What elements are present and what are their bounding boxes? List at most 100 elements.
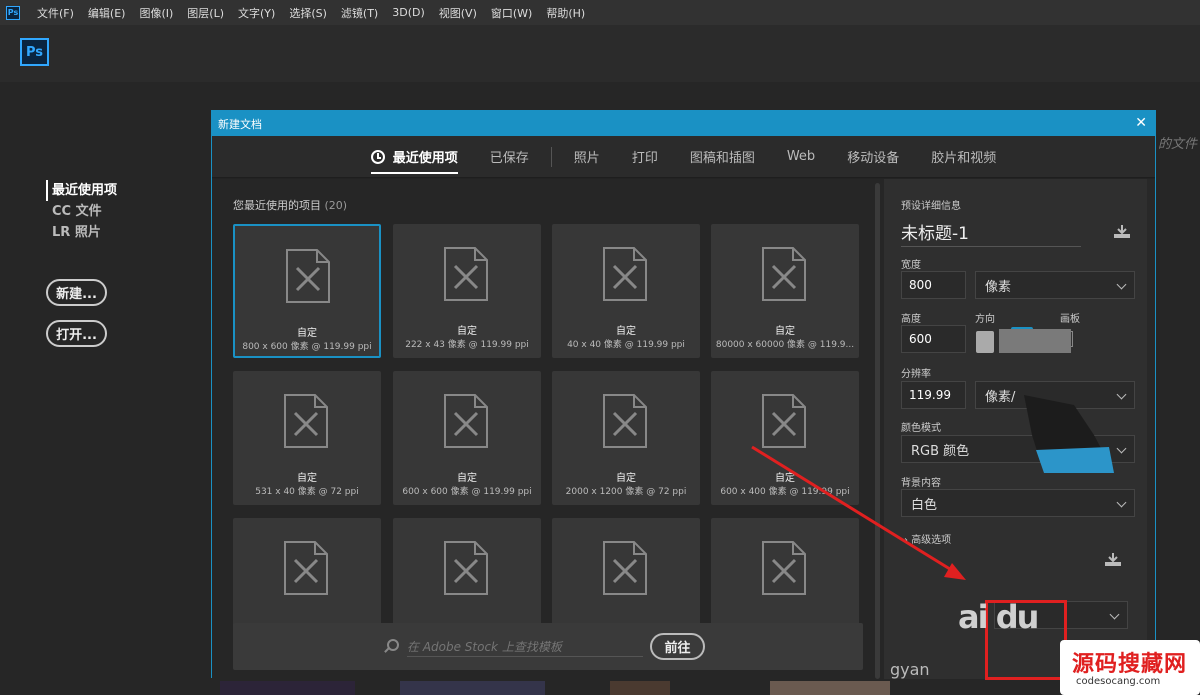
preset-tabs: 最近使用项 已保存 照片 打印 图稿和插图 Web 移动设备 胶片和视频	[212, 136, 1155, 178]
document-icon	[762, 394, 806, 448]
chevron-down-icon	[1116, 279, 1127, 290]
preset-card[interactable]: 自定 40 x 40 像素 @ 119.99 ppi	[552, 224, 700, 358]
recent-section-label: 您最近使用的项目	[233, 199, 321, 212]
chevron-down-icon	[1109, 609, 1120, 620]
resolution-unit-value: 像素/	[985, 389, 1016, 405]
preset-card-name: 自定	[297, 328, 317, 339]
chevron-down-icon	[1116, 443, 1127, 454]
details-scrollbar[interactable]	[1147, 179, 1155, 679]
height-input[interactable]: 600	[901, 325, 966, 353]
preset-card[interactable]: 自定 80000 x 60000 像素 @ 119.9...	[711, 224, 859, 358]
document-icon	[444, 247, 488, 301]
tab-divider	[550, 146, 552, 167]
width-unit-value: 像素	[985, 279, 1012, 295]
tab-print[interactable]: 打印	[616, 136, 674, 178]
save-preset-icon[interactable]	[1113, 225, 1131, 239]
artboard-label: 画板	[1060, 314, 1080, 325]
width-label: 宽度	[901, 260, 921, 271]
menu-bar: Ps 文件(F) 编辑(E) 图像(I) 图层(L) 文字(Y) 选择(S) 滤…	[0, 0, 1200, 25]
document-icon	[284, 541, 328, 595]
preset-card-name: 自定	[297, 473, 317, 484]
background-thumbnail	[220, 681, 355, 695]
background-thumbnail	[770, 681, 890, 695]
chevron-down-icon	[1116, 497, 1127, 508]
width-unit-select[interactable]: 像素	[975, 271, 1135, 299]
stock-go-button[interactable]: 前往	[650, 633, 705, 660]
home-nav-cc-files[interactable]: CC 文件	[46, 201, 117, 222]
document-icon	[284, 394, 328, 448]
document-icon	[603, 541, 647, 595]
recent-presets-pane: 您最近使用的项目 (20) 自定 800 x 600 像素 @ 119.99 pp…	[212, 179, 884, 679]
resolution-label: 分辨率	[901, 369, 931, 380]
preset-card-dimensions: 222 x 43 像素 @ 119.99 ppi	[405, 340, 529, 350]
close-icon[interactable]: ✕	[1135, 115, 1147, 131]
home-nav-lr-photos[interactable]: LR 照片	[46, 222, 117, 243]
background-select[interactable]: 白色	[901, 489, 1135, 517]
download-icon[interactable]	[1104, 553, 1122, 567]
document-icon	[762, 247, 806, 301]
background-thumbnail	[400, 681, 545, 695]
advanced-options-toggle[interactable]: › 高级选项	[904, 531, 951, 546]
ps-logo: Ps	[20, 38, 49, 66]
document-icon	[286, 249, 330, 303]
clock-icon	[370, 149, 385, 164]
new-document-dialog: 新建文档 ✕ 最近使用项 已保存 照片 打印 图稿和插图 Web 移动设备 胶片…	[211, 110, 1156, 679]
preset-card[interactable]: 自定 222 x 43 像素 @ 119.99 ppi	[393, 224, 541, 358]
width-input[interactable]: 800	[901, 271, 966, 299]
ps-app-icon: Ps	[6, 5, 20, 20]
menu-edit[interactable]: 编辑(E)	[81, 5, 133, 21]
home-nav: 最近使用项 CC 文件 LR 照片	[46, 180, 117, 243]
preset-card[interactable]: 自定 531 x 40 像素 @ 72 ppi	[233, 371, 381, 505]
background-thumbnail	[610, 681, 670, 695]
preset-card[interactable]: 自定 2000 x 1200 像素 @ 72 ppi	[552, 371, 700, 505]
home-nav-recent[interactable]: 最近使用项	[46, 180, 117, 201]
home-open-button[interactable]: 打开...	[46, 320, 107, 347]
document-icon	[603, 247, 647, 301]
preset-card-dimensions: 531 x 40 像素 @ 72 ppi	[255, 487, 359, 497]
document-name-field[interactable]: 未标题-1	[901, 219, 1081, 247]
menu-layer[interactable]: 图层(L)	[180, 5, 231, 21]
menu-view[interactable]: 视图(V)	[432, 5, 484, 21]
jingyan-watermark: gyan	[890, 660, 930, 679]
menu-file[interactable]: 文件(F)	[30, 5, 81, 21]
home-new-button[interactable]: 新建...	[46, 279, 107, 306]
baidu-watermark: ai du	[958, 598, 1039, 636]
resolution-input[interactable]: 119.99	[901, 381, 966, 409]
menu-help[interactable]: 帮助(H)	[539, 5, 592, 21]
stock-search-input[interactable]	[407, 637, 643, 657]
background-recent-files-label: 的文件	[1158, 137, 1198, 152]
tab-art-illustration[interactable]: 图稿和插图	[674, 136, 771, 178]
menu-type[interactable]: 文字(Y)	[231, 5, 282, 21]
preset-card[interactable]: 自定 600 x 600 像素 @ 119.99 ppi	[393, 371, 541, 505]
preset-card[interactable]: 自定 600 x 400 像素 @ 119.99 ppi	[711, 371, 859, 505]
preset-card-dimensions: 80000 x 60000 像素 @ 119.9...	[715, 340, 855, 350]
portrait-orientation-icon[interactable]	[976, 331, 994, 353]
menu-select[interactable]: 选择(S)	[282, 5, 334, 21]
presets-scrollbar[interactable]	[875, 183, 880, 679]
background-label: 背景内容	[901, 478, 941, 489]
advanced-options-label: 高级选项	[911, 535, 952, 546]
preset-card-dimensions: 600 x 600 像素 @ 119.99 ppi	[402, 487, 532, 497]
preset-card-dimensions: 2000 x 1200 像素 @ 72 ppi	[565, 487, 687, 497]
tab-film-video[interactable]: 胶片和视频	[915, 136, 1012, 178]
recent-section-title: 您最近使用的项目 (20)	[233, 197, 347, 213]
preset-card-name: 自定	[616, 473, 636, 484]
chevron-down-icon	[1116, 389, 1127, 400]
menu-image[interactable]: 图像(I)	[132, 5, 180, 21]
stock-search-bar: 前往	[233, 623, 863, 670]
menu-window[interactable]: 窗口(W)	[484, 5, 539, 21]
tab-web[interactable]: Web	[771, 136, 831, 178]
tab-photo[interactable]: 照片	[558, 136, 616, 178]
preset-card-dimensions: 40 x 40 像素 @ 119.99 ppi	[567, 340, 685, 350]
document-icon	[762, 541, 806, 595]
menu-filter[interactable]: 滤镜(T)	[334, 5, 385, 21]
preset-card-name: 自定	[775, 326, 795, 337]
tab-mobile[interactable]: 移动设备	[831, 136, 915, 178]
document-icon	[444, 394, 488, 448]
tab-saved[interactable]: 已保存	[474, 136, 545, 178]
background-value: 白色	[911, 497, 938, 513]
preset-card[interactable]: 自定 800 x 600 像素 @ 119.99 ppi	[233, 224, 381, 358]
tab-recent[interactable]: 最近使用项	[355, 136, 474, 178]
tab-recent-label: 最近使用项	[392, 151, 458, 166]
menu-3d[interactable]: 3D(D)	[385, 6, 432, 19]
